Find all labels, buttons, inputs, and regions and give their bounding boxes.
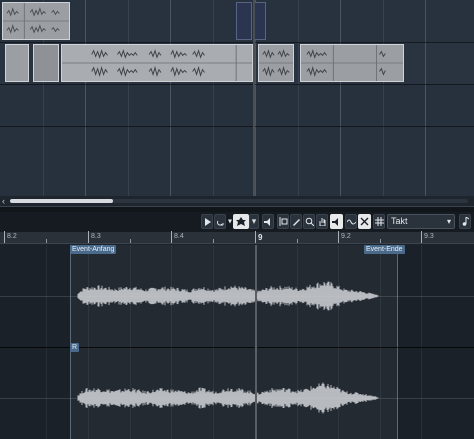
track-divider [0,126,474,127]
audio-event[interactable] [258,44,294,82]
grid-icon [374,217,384,226]
ruler-label: 8.3 [91,233,101,240]
audio-event[interactable] [61,44,253,82]
ruler-label: 8.4 [174,233,184,240]
loop-button[interactable] [214,214,226,229]
audition-button[interactable] [262,214,274,229]
sample-editor-toolbar: ▾ Takt ▾ [0,212,474,232]
triangle-icon [228,219,232,224]
event-start-marker[interactable]: Event-Anfang [70,245,117,254]
scrollbar-thumb[interactable] [10,199,113,203]
muted-event[interactable] [254,2,266,40]
track-lane-3[interactable] [0,84,474,126]
pencil-icon [292,219,300,226]
project-cursor[interactable] [253,0,255,196]
ruler-label: 8.2 [7,233,17,240]
muted-event[interactable] [236,2,252,40]
waveform-path [77,281,379,311]
magnifier-icon [305,217,314,226]
play-button[interactable] [201,214,213,229]
range-select-button[interactable] [277,214,289,229]
ruler-label: 9.2 [341,233,351,240]
speaker-icon [236,217,246,226]
grid-line [213,0,214,206]
hand-button[interactable] [316,214,328,229]
grid-line [298,0,299,206]
zero-crossing-icon [346,219,356,224]
waveform [62,45,252,81]
waveform-left-channel [77,281,379,311]
horizontal-scrollbar[interactable]: ‹ [0,196,474,206]
grid-line [85,0,86,206]
track-lane-4[interactable] [0,126,474,196]
track-divider [0,42,474,43]
audio-event[interactable] [300,44,404,82]
chevron-down-icon: ▾ [251,216,257,226]
chevron-down-icon: ▾ [446,217,451,226]
audio-event[interactable] [5,44,29,82]
note-icon [462,217,469,226]
grid-line [425,0,426,206]
ruler-label: 9.3 [424,233,434,240]
grid-button[interactable] [373,214,385,229]
play-icon [204,217,211,226]
draw-button[interactable] [290,214,302,229]
waveform-path [77,382,379,414]
audio-event[interactable] [2,2,70,40]
speaker-icon [263,217,270,226]
ruler-label: 9 [258,233,263,242]
snap-zero-crossing-button[interactable] [345,214,357,229]
loop-icon [216,220,224,226]
speaker-icon [332,217,338,226]
snap-button[interactable] [358,214,371,229]
note-button[interactable] [459,214,471,229]
waveform [301,45,403,81]
scroll-left-icon[interactable]: ‹ [2,196,5,206]
tool-selector-button[interactable] [233,214,249,229]
editor-playback-cursor[interactable] [255,245,257,439]
timeline-ruler[interactable]: 8.2 8.3 8.4 9 9.2 9.3 [0,231,474,244]
audio-solo-button[interactable] [330,214,343,229]
project-arrange-area[interactable]: ‹ [0,0,474,206]
snap-grid-select[interactable]: Takt ▾ [387,214,455,229]
waveform [3,3,69,39]
grid-line [128,0,129,206]
cubase-window: ‹ ▾ Takt ▾ 8.2 8.3 8.4 9 9.2 9.3 Event-A… [0,0,474,439]
zoom-button[interactable] [303,214,315,229]
hand-icon [319,218,325,226]
channel-r-label: R [70,343,80,352]
tool-dropdown-button[interactable]: ▾ [249,214,259,229]
track-divider [0,84,474,85]
grid-line [383,0,384,206]
event-end-marker[interactable]: Event-Ende [364,245,405,254]
waveform [259,49,293,78]
grid-line [340,0,341,206]
range-icon [279,217,287,226]
snap-icon [360,217,369,226]
snap-grid-value: Takt [391,216,408,226]
audio-event[interactable] [33,44,59,82]
auto-scroll-toggle[interactable] [228,214,232,229]
sample-editor-waveform[interactable]: Event-Anfang Event-Ende R [0,245,474,439]
waveform-right-channel [77,382,379,414]
grid-line [170,0,171,206]
